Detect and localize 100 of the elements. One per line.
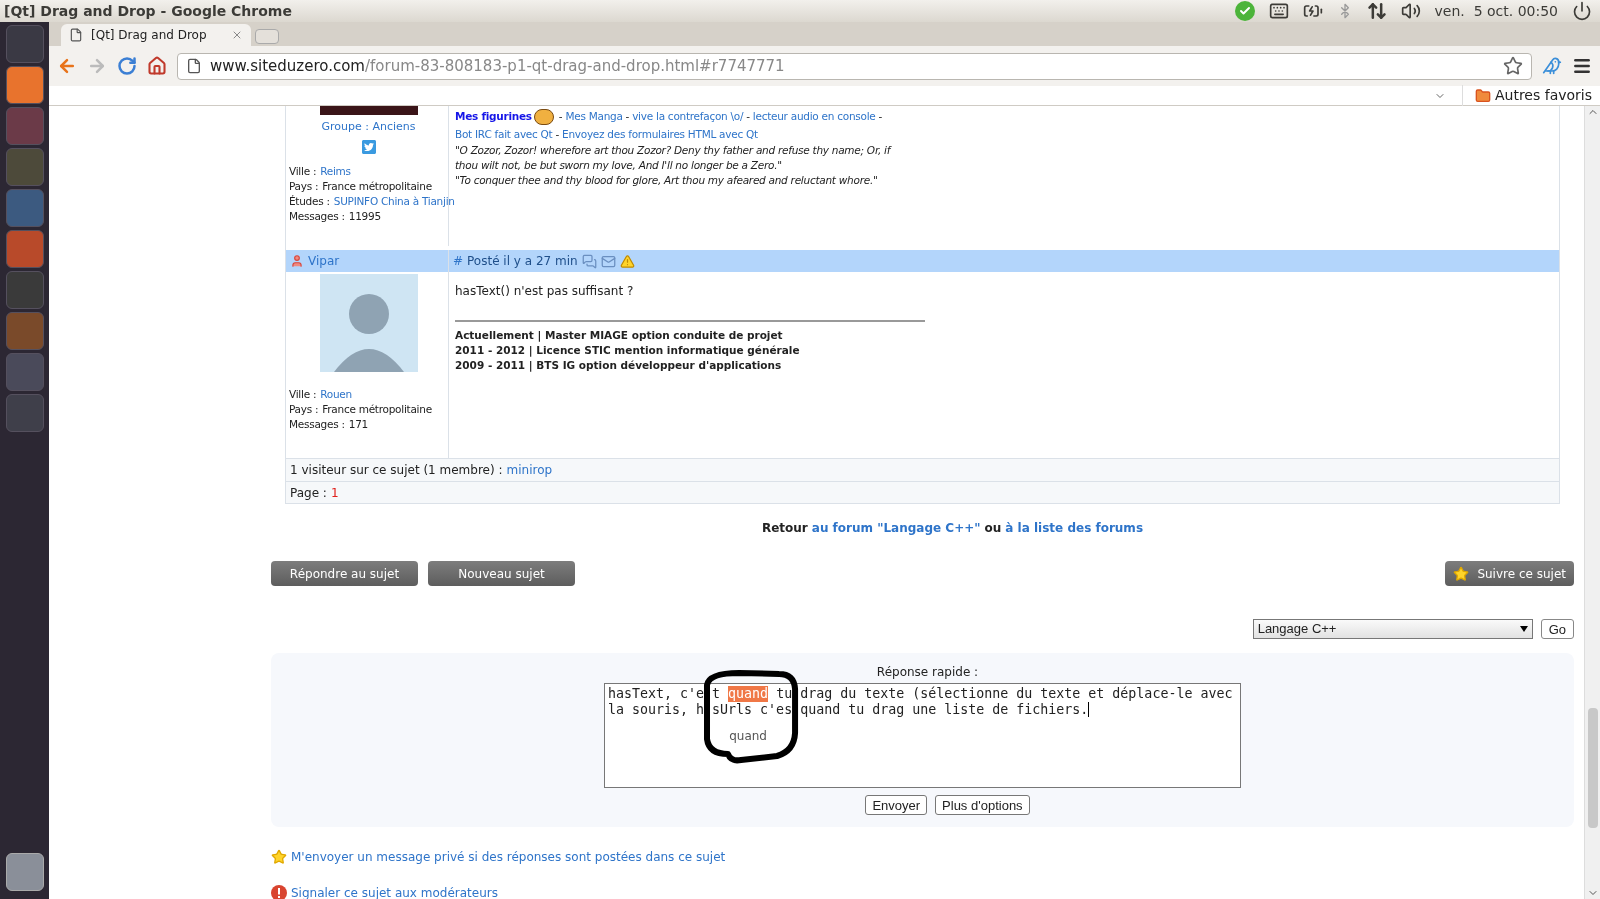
close-icon[interactable] — [231, 29, 243, 41]
text-cursor — [1088, 702, 1090, 717]
app-icon[interactable] — [5, 230, 44, 268]
home-icon[interactable] — [147, 56, 167, 76]
footer-link[interactable]: Signaler ce sujet aux modérateurs — [291, 884, 498, 899]
twitter-icon[interactable] — [360, 139, 377, 155]
signature-quote: "O Zozor, Zozor! wherefore art thou Zozor? Deny thy father and refuse thy name; Or, if thou wilt not, be but sworn my love, And I'll no longer be a Zero." — [455, 143, 893, 173]
forward-icon[interactable] — [87, 56, 107, 76]
app-icon[interactable] — [5, 312, 44, 350]
footer-link[interactable]: M'envoyer un message privé si des réponses sont postées dans ce sujet — [291, 848, 726, 866]
detail-label: Pays : — [289, 402, 319, 417]
back-text: Retour — [761, 520, 808, 537]
check-icon[interactable] — [1234, 1, 1255, 21]
visitors-text: 1 visiteur sur ce sujet (1 membre) : — [290, 462, 503, 479]
typed-text: t — [712, 686, 721, 702]
keyboard-icon[interactable] — [1268, 1, 1289, 21]
trash-icon[interactable] — [5, 853, 44, 891]
bookmark-folder[interactable]: Autres favoris — [1461, 85, 1592, 106]
browser-tab[interactable]: [Qt] Drag and Drop — [61, 24, 251, 46]
detail-value: 11995 — [348, 209, 381, 224]
bird-icon[interactable] — [1542, 56, 1562, 76]
page-icon — [69, 28, 83, 42]
app-icon[interactable] — [5, 189, 44, 227]
forum-list-link[interactable]: à la liste des forums — [1005, 519, 1144, 537]
signature-quote: "To conquer thee and thy blood for glore, Art thou my afeared and reluctant whore." — [455, 173, 879, 188]
detail-value: France métropolitaine — [322, 179, 432, 194]
signature-line: 2009 - 2011 | BTS IG option développeur d'applications — [455, 358, 783, 373]
address-bar[interactable]: www.siteduzero.com/forum-83-808183-p1-qt-drag-and-drop.html#r7747771 — [177, 52, 1532, 80]
action-button[interactable]: Nouveau sujet — [428, 561, 575, 586]
url-host: www.siteduzero.com — [210, 56, 365, 75]
menu-icon[interactable] — [1572, 56, 1592, 76]
signature-link[interactable]: Bot IRC fait avec Qt — [455, 128, 553, 140]
user-icon — [290, 254, 304, 268]
bookmark-star-icon[interactable] — [1503, 56, 1523, 76]
page-icon — [186, 58, 202, 74]
typed-text: la souris, h — [608, 702, 705, 718]
typed-text: tu — [776, 686, 793, 702]
window-title: [Qt] Drag and Drop - Google Chrome — [4, 1, 292, 21]
url-path: /forum-83-808183-p1-qt-drag-and-drop.html#r7747771 — [365, 56, 785, 75]
joiner-text: ou — [984, 520, 1002, 537]
action-button[interactable]: Répondre au sujet — [271, 561, 418, 586]
dropdown-arrow-icon — [1519, 626, 1528, 632]
author-link[interactable]: Vipar — [308, 252, 340, 270]
signature-title-link[interactable]: Mes figurines — [455, 110, 532, 122]
detail-label: Études : — [289, 194, 330, 209]
typed-text: quand tu drag une liste de fichiers. — [800, 702, 1089, 718]
app-icon[interactable] — [5, 66, 44, 104]
typed-text: quand — [728, 686, 769, 702]
typed-text: sUrls c'es — [712, 702, 793, 718]
separator-text: - — [746, 110, 750, 122]
separator-text: - — [558, 110, 563, 122]
quote-icon[interactable] — [581, 253, 597, 269]
signature-line: Actuellement | Master MIAGE option conduite de projet — [455, 328, 784, 343]
quick-reply-title: Réponse rapide : — [875, 664, 979, 681]
go-button[interactable]: Go — [1540, 619, 1574, 639]
separator-text: - — [555, 128, 559, 140]
signature-line: 2011 - 2012 | Licence STIC mention informatique générale — [455, 343, 801, 358]
member-link[interactable]: minirop — [506, 461, 553, 479]
star-icon — [1453, 565, 1470, 582]
reply-button[interactable]: Plus d'options — [935, 795, 1030, 815]
warning-icon[interactable] — [619, 253, 635, 269]
separator-text: - — [625, 110, 630, 122]
signature-link[interactable]: lecteur audio en console — [752, 110, 876, 122]
volume-icon[interactable] — [1400, 1, 1421, 21]
drag-ghost-text: quand — [729, 728, 767, 745]
mail-icon[interactable] — [600, 253, 616, 269]
post-time: Posté il y a 27 min — [467, 253, 578, 270]
reply-button[interactable]: Envoyer — [865, 795, 928, 815]
group-link[interactable]: Groupe : Anciens — [321, 119, 416, 134]
detail-link[interactable]: SUPINFO China à Tianjin — [333, 194, 455, 209]
signature-link[interactable]: vive la contrefaçon \o/ — [632, 110, 744, 122]
detail-label: Messages : — [289, 209, 345, 224]
follow-button[interactable]: Suivre ce sujet — [1445, 561, 1574, 586]
reload-icon[interactable] — [117, 56, 137, 76]
power-icon[interactable] — [1572, 1, 1592, 21]
page-link[interactable]: 1 — [330, 483, 339, 502]
star-icon — [271, 849, 287, 865]
signature-link[interactable]: Envoyez des formulaires HTML avec Qt — [562, 128, 758, 140]
separator-text: - — [878, 110, 883, 122]
post-anchor-link[interactable]: # — [453, 252, 464, 270]
detail-label: Messages : — [289, 417, 345, 432]
typed-text: hasText, c'e — [608, 686, 705, 702]
detail-link[interactable]: Rouen — [320, 387, 352, 402]
detail-link[interactable]: Reims — [320, 164, 351, 179]
back-icon[interactable] — [57, 56, 77, 76]
new-tab-button[interactable] — [255, 29, 279, 44]
network-arrows-icon[interactable] — [1366, 1, 1387, 21]
detail-label: Pays : — [289, 179, 319, 194]
clock[interactable]: ven. 5 oct. 00:50 — [1434, 0, 1558, 22]
typed-text: drag du texte (sélectionne du texte et déplace-le avec — [800, 686, 1233, 702]
detail-value: France métropolitaine — [322, 402, 432, 417]
scroll-thumb[interactable] — [1587, 708, 1598, 828]
page-label: Page : — [290, 484, 327, 502]
forum-select[interactable]: Langage C++ — [1252, 619, 1533, 639]
post-body: hasText() n'est pas suffisant ? — [455, 283, 635, 300]
detail-value: 171 — [348, 417, 368, 432]
signature-link[interactable]: Mes Manga — [565, 110, 623, 122]
detail-label: Ville : — [289, 387, 317, 402]
folder-icon — [1474, 87, 1491, 104]
forum-link[interactable]: au forum "Langage C++" — [811, 519, 981, 537]
